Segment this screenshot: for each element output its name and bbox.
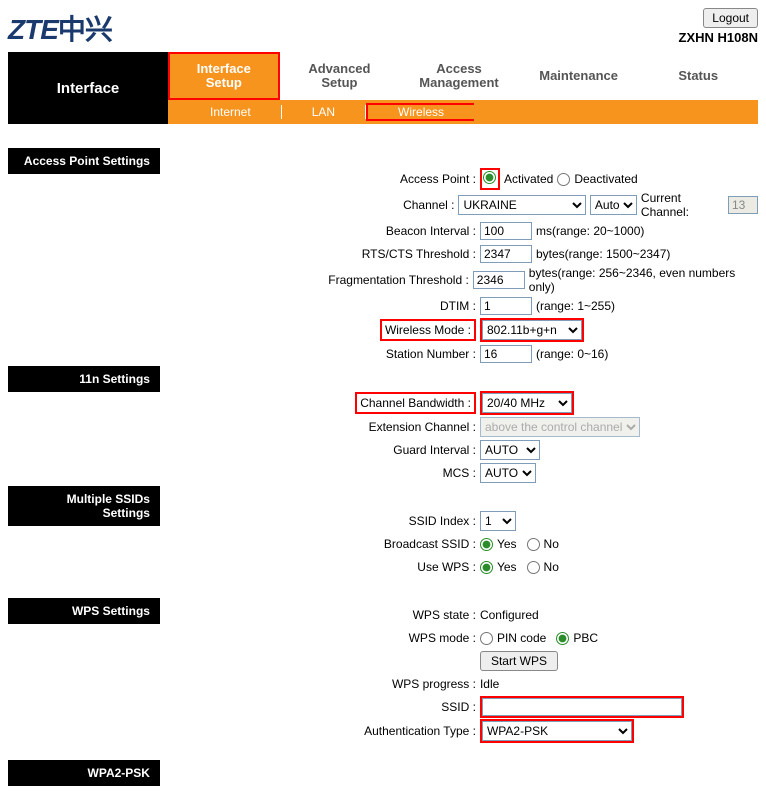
ssid-index-select[interactable]: 1 (480, 511, 516, 531)
channel-label: Channel : (160, 198, 459, 212)
brand-logo: ZTE中兴 (8, 8, 112, 48)
deactivated-label: Deactivated (574, 172, 637, 186)
guard-interval-select[interactable]: AUTO (480, 440, 540, 460)
wireless-mode-select[interactable]: 802.11b+g+n (482, 320, 582, 340)
channel-country-select[interactable]: UKRAINE (458, 195, 585, 215)
start-wps-button[interactable]: Start WPS (480, 651, 558, 671)
current-channel-value (728, 196, 758, 214)
wps-progress-value: Idle (480, 677, 499, 691)
tab-status[interactable]: Status (638, 52, 758, 100)
subtab-lan[interactable]: LAN (282, 105, 366, 119)
access-point-activated-radio[interactable] (483, 171, 496, 184)
beacon-range: ms(range: 20~1000) (536, 224, 644, 238)
tab-advanced-setup[interactable]: AdvancedSetup (280, 52, 400, 100)
model-label: ZXHN H108N (679, 30, 758, 45)
section-multiple-ssids: Multiple SSIDs Settings (8, 486, 160, 526)
frag-range: bytes(range: 256~2346, even numbers only… (529, 266, 758, 294)
ext-channel-label: Extension Channel : (160, 420, 480, 434)
beacon-label: Beacon Interval : (160, 224, 480, 238)
wps-state-label: WPS state : (160, 608, 480, 622)
ssid-label: SSID : (160, 700, 480, 714)
wireless-mode-label: Wireless Mode : (380, 319, 476, 341)
frag-input[interactable] (473, 271, 525, 289)
rts-label: RTS/CTS Threshold : (160, 247, 480, 261)
subtab-internet[interactable]: Internet (180, 105, 282, 119)
nav-category: Interface (8, 52, 168, 124)
wps-progress-label: WPS progress : (160, 677, 480, 691)
wps-pbc-radio[interactable] (556, 632, 569, 645)
activated-label: Activated (504, 172, 553, 186)
use-wps-label: Use WPS : (160, 560, 480, 574)
logout-button[interactable]: Logout (703, 8, 758, 28)
tab-interface-setup[interactable]: InterfaceSetup (168, 52, 280, 100)
broadcast-yes-radio[interactable] (480, 538, 493, 551)
dtim-label: DTIM : (160, 299, 480, 313)
station-input[interactable] (480, 345, 532, 363)
ext-channel-select: above the control channel (480, 417, 640, 437)
wps-mode-label: WPS mode : (160, 631, 480, 645)
ssid-index-label: SSID Index : (160, 514, 480, 528)
dtim-range: (range: 1~255) (536, 299, 615, 313)
beacon-input[interactable] (480, 222, 532, 240)
station-range: (range: 0~16) (536, 347, 608, 361)
mcs-label: MCS : (160, 466, 480, 480)
mcs-select[interactable]: AUTO (480, 463, 536, 483)
section-11n: 11n Settings (8, 366, 160, 392)
tab-maintenance[interactable]: Maintenance (519, 52, 639, 100)
section-wpa2psk: WPA2-PSK (8, 760, 160, 786)
current-channel-label: Current Channel: (641, 191, 724, 219)
channel-auto-select[interactable]: Auto (590, 195, 637, 215)
broadcast-no-radio[interactable] (527, 538, 540, 551)
guard-interval-label: Guard Interval : (160, 443, 480, 457)
access-point-deactivated-radio[interactable] (557, 173, 570, 186)
wps-pin-radio[interactable] (480, 632, 493, 645)
auth-type-select[interactable]: WPA2-PSK (482, 721, 632, 741)
subtab-wireless[interactable]: Wireless (366, 103, 474, 121)
access-point-label: Access Point : (160, 172, 480, 186)
rts-input[interactable] (480, 245, 532, 263)
usewps-yes-radio[interactable] (480, 561, 493, 574)
tab-access-management[interactable]: AccessManagement (399, 52, 519, 100)
channel-bw-label: Channel Bandwidth : (355, 392, 476, 414)
wps-state-value: Configured (480, 608, 539, 622)
channel-bw-select[interactable]: 20/40 MHz (482, 393, 572, 413)
broadcast-ssid-label: Broadcast SSID : (160, 537, 480, 551)
station-label: Station Number : (160, 347, 480, 361)
section-wps: WPS Settings (8, 598, 160, 624)
section-access-point: Access Point Settings (8, 148, 160, 174)
auth-type-label: Authentication Type : (160, 724, 480, 738)
dtim-input[interactable] (480, 297, 532, 315)
ssid-input[interactable] (482, 698, 682, 716)
frag-label: Fragmentation Threshold : (160, 273, 473, 287)
usewps-no-radio[interactable] (527, 561, 540, 574)
rts-range: bytes(range: 1500~2347) (536, 247, 670, 261)
